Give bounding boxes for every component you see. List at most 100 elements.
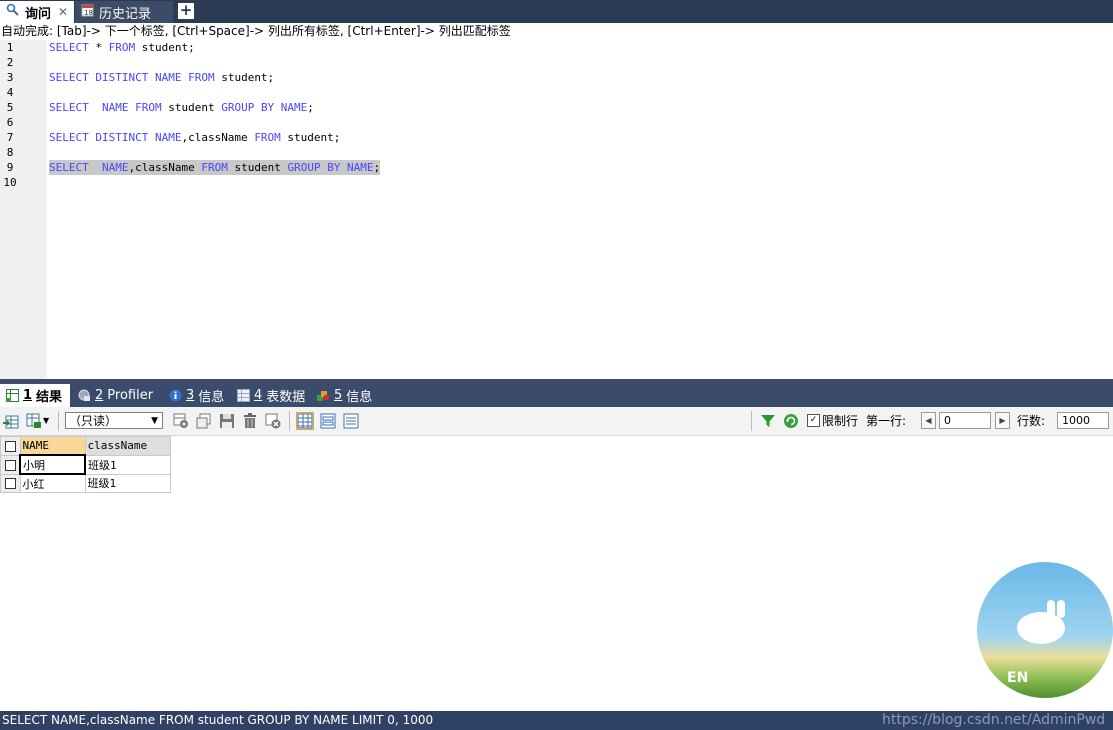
tab-table-data[interactable]: 4 表数据 [231,384,311,407]
history-icon: 18 [81,4,94,21]
import-grid-icon[interactable] [26,413,42,429]
tab-result[interactable]: 1 结果 [0,384,70,407]
limit-rows-checkbox[interactable]: ✓ [807,414,820,427]
code-line-5[interactable]: SELECT NAME FROM student GROUP BY NAME; [49,100,314,115]
sql-text: student; [214,71,275,84]
previous-page-button[interactable]: ◀ [921,412,936,429]
tab-profiler[interactable]: 2 Profiler [72,384,159,407]
code-line-9-selected[interactable]: SELECT NAME,className FROM student GROUP… [49,160,381,175]
bunny-illustration [1017,612,1065,644]
form-view-icon[interactable] [320,413,336,429]
line-number: 10 [3,176,17,189]
query-icon [6,3,20,21]
sql-text: ; [307,101,314,114]
tab-history-label: 历史记录 [99,6,152,22]
line-number: 3 [6,71,14,84]
tab-info-2[interactable]: 5 信息 [311,384,378,407]
readonly-mode-value: （只读） [69,414,118,428]
tab-table-data-label: 表数据 [266,390,306,405]
profiler-icon [78,389,91,402]
grid-cell[interactable]: 班级1 [84,473,171,493]
column-header-name[interactable]: NAME [19,436,86,456]
sql-keyword: FROM [254,131,281,144]
filter-icon[interactable] [760,413,776,429]
sql-keyword: GROUP BY NAME [287,161,374,174]
table-row[interactable]: 小红 班级1 [0,473,171,493]
result-tab-bar: 1 结果 2 Profiler 3 信息 4 表数据 5 信息 [0,379,1113,407]
grid-cell[interactable]: 班级1 [84,454,171,475]
duplicate-row-icon[interactable] [196,413,212,429]
grid-cell[interactable]: 小红 [19,473,86,493]
autocomplete-hint: 自动完成: [Tab]-> 下一个标签, [Ctrl+Space]-> 列出所有… [0,23,1113,40]
code-line-7[interactable]: SELECT DISTINCT NAME,className FROM stud… [49,130,340,145]
row-checkbox[interactable] [4,459,16,471]
line-number: 9 [6,161,14,174]
tab-query-label: 询问 [25,6,52,22]
sql-keyword: GROUP BY NAME [221,101,308,114]
sql-editor[interactable]: 1 2 3 4 5 6 7 8 9 10 SELECT * FROM stude… [0,40,1113,379]
code-line-1[interactable]: SELECT * FROM student; [49,40,195,55]
tab-info[interactable]: 3 信息 [163,384,230,407]
grid-view-icon[interactable] [296,412,314,430]
tab-table-data-number: 4 [254,388,263,403]
tab-result-number: 1 [23,388,33,403]
cancel-changes-icon[interactable] [265,413,281,429]
toolbar-divider [289,411,290,431]
line-number: 4 [6,86,14,99]
line-number: 5 [6,101,14,114]
tab-history[interactable]: 18 历史记录 [75,1,173,23]
sql-keyword: FROM [108,41,136,54]
result-grid[interactable]: NAME className 小明 班级1 小红 班级1 [0,436,171,493]
sql-text: student; [280,131,341,144]
chevron-down-icon: ▼ [151,416,158,426]
chevron-down-icon[interactable]: ▼ [43,413,53,429]
select-all-cell[interactable] [0,436,21,456]
line-number: 1 [6,41,14,54]
text-view-icon[interactable] [343,413,359,429]
floating-avatar-widget[interactable]: EN [977,562,1113,698]
grid-cell[interactable]: 小明 [19,454,86,475]
sql-text: student; [135,41,195,54]
sql-keyword: FROM [201,161,228,174]
delete-icon[interactable] [242,413,258,429]
row-count-input[interactable]: 1000 [1057,412,1109,429]
grid-result-icon [6,389,19,402]
insert-row-icon[interactable] [173,413,189,429]
code-line-3[interactable]: SELECT DISTINCT NAME FROM student; [49,70,274,85]
column-header-classname[interactable]: className [84,436,171,456]
table-data-icon [237,389,250,402]
info-color-icon [317,389,330,402]
tab-profiler-label: Profiler [107,388,154,403]
export-grid-icon[interactable] [3,413,19,429]
sql-text: * [88,41,109,54]
line-number-gutter: 1 2 3 4 5 6 7 8 9 10 [0,40,47,379]
tab-info-2-label: 信息 [346,390,373,405]
toolbar-divider [58,411,59,431]
tab-info-number: 3 [186,388,195,403]
row-select-cell[interactable] [0,473,21,493]
first-row-input[interactable]: 0 [939,412,991,429]
readonly-mode-select[interactable]: （只读） ▼ [65,412,163,429]
sql-text: ,className [181,131,255,144]
line-number: 8 [6,146,14,159]
tab-profiler-number: 2 [95,388,104,403]
new-tab-button[interactable]: + [178,3,194,19]
info-icon [169,389,182,402]
sql-keyword: SELECT DISTINCT NAME [49,131,182,144]
row-checkbox[interactable] [4,478,16,490]
save-icon[interactable] [219,413,235,429]
sql-text: student [161,101,222,114]
table-row[interactable]: 小明 班级1 [0,454,171,475]
row-count-label: 行数: [1017,414,1046,428]
sql-text: ; [373,161,381,174]
tab-result-label: 结果 [36,390,63,405]
select-all-checkbox[interactable] [4,440,16,452]
sql-text: ,className [128,161,202,174]
refresh-icon[interactable] [783,413,799,429]
line-number: 7 [6,131,14,144]
svg-text:18: 18 [84,9,93,17]
close-icon[interactable]: ✕ [58,5,68,19]
next-page-button[interactable]: ▶ [995,412,1010,429]
tab-query[interactable]: 询问 ✕ [0,1,74,23]
row-select-cell[interactable] [0,454,21,475]
